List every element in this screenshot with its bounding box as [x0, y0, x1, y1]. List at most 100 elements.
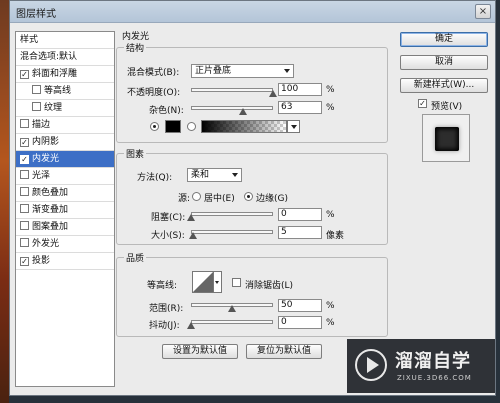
gradient-dropdown-icon[interactable] [287, 120, 300, 133]
noise-input[interactable]: 63 [278, 101, 322, 114]
style-item-label: 斜面和浮雕 [32, 69, 78, 79]
dialog-title: 图层样式 [16, 9, 56, 20]
jitter-label: 抖动(J): [149, 321, 180, 331]
watermark-brand: 溜溜自学 [395, 351, 471, 372]
style-item-label: 渐变叠加 [32, 205, 69, 215]
contour-label: 等高线: [147, 281, 178, 291]
style-item-label: 内发光 [32, 154, 60, 164]
style-item[interactable]: ✓ 投影 [16, 253, 114, 270]
watermark-url: ZIXUE.3D66.COM [397, 374, 472, 382]
choke-input[interactable]: 0 [278, 208, 322, 221]
choke-slider-handle[interactable] [187, 214, 195, 221]
range-label: 范围(R): [149, 304, 184, 314]
preview-label: 预览(V) [431, 102, 463, 112]
style-item[interactable]: 光泽 [16, 168, 114, 185]
styles-header[interactable]: 样式 [16, 32, 114, 49]
style-item-label: 等高线 [44, 86, 72, 96]
source-edge-radio[interactable] [244, 192, 253, 201]
style-item-label: 颜色叠加 [32, 188, 69, 198]
jitter-unit: % [326, 318, 335, 328]
style-item[interactable]: 图案叠加 [16, 219, 114, 236]
technique-select[interactable]: 柔和 [187, 168, 242, 182]
style-item-label: 纹理 [44, 103, 63, 113]
gradient-picker[interactable] [201, 120, 287, 133]
style-item[interactable]: 颜色叠加 [16, 185, 114, 202]
quality-title: 品质 [124, 251, 147, 264]
opacity-slider[interactable] [191, 88, 273, 92]
title-bar: 图层样式 × [10, 1, 495, 23]
opacity-unit: % [326, 85, 335, 95]
size-unit: 像素 [326, 231, 345, 241]
noise-unit: % [326, 103, 335, 113]
style-item[interactable]: ✓ 内发光 [16, 151, 114, 168]
new-style-button[interactable]: 新建样式(W)... [400, 78, 488, 93]
jitter-slider-handle[interactable] [187, 322, 195, 329]
make-default-button[interactable]: 设置为默认值 [162, 344, 238, 359]
style-item-label: 内阴影 [32, 137, 60, 147]
source-label: 源: [178, 194, 191, 204]
style-item[interactable]: 渐变叠加 [16, 202, 114, 219]
range-input[interactable]: 50 [278, 299, 322, 312]
contour-dropdown-icon[interactable] [214, 271, 222, 293]
blend-mode-select[interactable]: 正片叠底 [191, 64, 294, 78]
style-checkbox[interactable] [20, 238, 29, 247]
style-item-label: 描边 [32, 120, 51, 130]
layer-style-dialog: 图层样式 × 样式 混合选项:默认 ✓ 斜面和浮雕 等高线 纹理 描边 ✓ 内阴影 ✓ 内发光光… [9, 0, 496, 396]
solid-color-radio[interactable] [150, 122, 159, 131]
style-checkbox[interactable]: ✓ [20, 257, 29, 266]
size-slider-handle[interactable] [188, 232, 197, 239]
style-checkbox[interactable] [20, 221, 29, 230]
source-center-radio[interactable] [192, 192, 201, 201]
style-item[interactable]: 纹理 [16, 100, 114, 117]
style-item[interactable]: ✓ 内阴影 [16, 134, 114, 151]
blend-mode-label: 混合模式(B): [127, 68, 180, 78]
ok-button[interactable]: 确定 [400, 32, 488, 47]
technique-label: 方法(Q): [137, 173, 173, 183]
watermark: 溜溜自学 ZIXUE.3D66.COM [347, 339, 495, 393]
chevron-down-icon [232, 173, 238, 177]
style-checkbox[interactable]: ✓ [20, 138, 29, 147]
structure-title: 结构 [124, 41, 147, 54]
style-item-label: 光泽 [32, 171, 51, 181]
range-slider-handle[interactable] [228, 305, 236, 312]
preview-checkbox[interactable]: ✓ [418, 99, 427, 108]
size-input[interactable]: 5 [278, 226, 322, 239]
reset-default-button[interactable]: 复位为默认值 [246, 344, 322, 359]
glow-color-swatch[interactable] [165, 120, 181, 133]
style-checkbox[interactable] [32, 85, 41, 94]
style-preview [422, 114, 470, 162]
range-unit: % [326, 301, 335, 311]
style-checkbox[interactable] [20, 204, 29, 213]
style-checkbox[interactable] [20, 187, 29, 196]
blending-options-item[interactable]: 混合选项:默认 [16, 49, 114, 66]
opacity-slider-handle[interactable] [269, 90, 277, 97]
opacity-label: 不透明度(O): [127, 88, 181, 98]
close-icon[interactable]: × [475, 4, 491, 19]
style-item[interactable]: 等高线 [16, 83, 114, 100]
style-item-label: 投影 [32, 256, 51, 266]
elements-title: 图素 [124, 147, 147, 160]
noise-slider-handle[interactable] [238, 108, 247, 115]
jitter-slider[interactable] [191, 320, 273, 324]
style-checkbox[interactable] [32, 102, 41, 111]
antialias-checkbox[interactable] [232, 278, 241, 287]
size-slider[interactable] [191, 230, 273, 234]
opacity-input[interactable]: 100 [278, 83, 322, 96]
choke-slider[interactable] [191, 212, 273, 216]
style-item[interactable]: ✓ 斜面和浮雕 [16, 66, 114, 83]
jitter-input[interactable]: 0 [278, 316, 322, 329]
style-checkbox[interactable] [20, 170, 29, 179]
cancel-button[interactable]: 取消 [400, 55, 488, 70]
style-checkbox[interactable]: ✓ [20, 155, 29, 164]
style-item-label: 外发光 [32, 239, 60, 249]
style-checkbox[interactable]: ✓ [20, 70, 29, 79]
style-item[interactable]: 外发光 [16, 236, 114, 253]
size-label: 大小(S): [151, 231, 185, 241]
style-item[interactable]: 描边 [16, 117, 114, 134]
style-checkbox[interactable] [20, 119, 29, 128]
contour-picker[interactable] [192, 271, 214, 293]
noise-slider[interactable] [191, 106, 273, 110]
noise-label: 杂色(N): [149, 106, 184, 116]
choke-unit: % [326, 210, 335, 220]
gradient-radio[interactable] [187, 122, 196, 131]
